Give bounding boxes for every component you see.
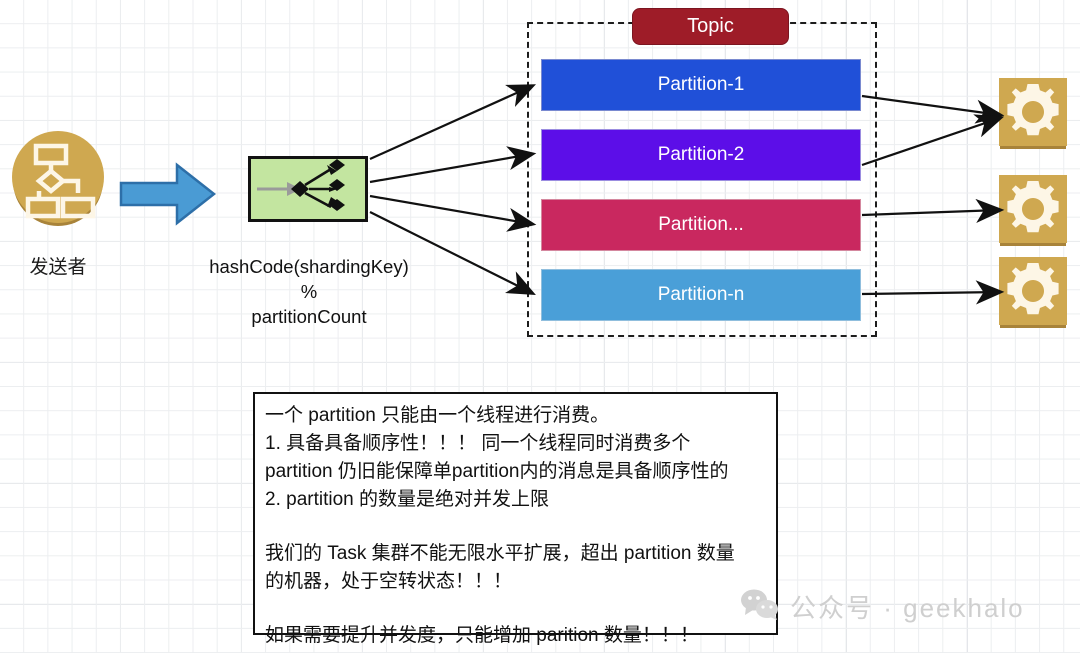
- consumer-gear-icon: [999, 78, 1067, 146]
- note-spacer: [265, 514, 766, 540]
- sender-label: 发送者: [29, 257, 87, 278]
- note-line: 一个 partition 只能由一个线程进行消费。: [265, 405, 610, 426]
- sender-flowchart-icon: [12, 131, 104, 223]
- diagram-canvas: 发送者 hashCode(shardingKey) % partitionCou…: [0, 0, 1080, 653]
- hash-function-node: [248, 156, 368, 222]
- note-line: partition 仍旧能保障单partition内的消息是具备顺序性的: [265, 461, 729, 482]
- note-line: 如果需要提升并发度，只能增加 parition 数量！！！: [265, 625, 699, 646]
- hash-function-label: hashCode(shardingKey) % partitionCount: [170, 254, 448, 329]
- wechat-icon: [740, 588, 780, 625]
- consumer-gear-icon: [999, 257, 1067, 325]
- topic-badge: Topic: [632, 8, 789, 45]
- partition-row[interactable]: Partition-1: [541, 59, 861, 111]
- consumer-gear-icon: [999, 175, 1067, 243]
- note-line: 1. 具备具备顺序性！！！ 同一个线程同时消费多个: [265, 433, 691, 454]
- note-line: 我们的 Task 集群不能无限水平扩展，超出 partition 数量: [265, 543, 735, 564]
- flow-right-arrow-icon: [119, 161, 217, 227]
- hash-label-line-1: hashCode(shardingKey): [209, 256, 409, 277]
- partition-row[interactable]: Partition-2: [541, 129, 861, 181]
- note-box: 一个 partition 只能由一个线程进行消费。 1. 具备具备顺序性！！！ …: [253, 392, 778, 646]
- hash-label-line-2: %: [300, 281, 318, 302]
- watermark-text: 公众号 · geekhalo: [790, 593, 1025, 623]
- watermark: 公众号 · geekhalo: [740, 588, 1025, 625]
- partition-row[interactable]: Partition-n: [541, 269, 861, 321]
- note-spacer: [265, 596, 766, 622]
- hash-label-line-3: partitionCount: [251, 306, 367, 327]
- partition-row[interactable]: Partition...: [541, 199, 861, 251]
- note-line: 2. partition 的数量是绝对并发上限: [265, 489, 549, 510]
- note-line: 的机器，处于空转状态！！！: [265, 571, 513, 592]
